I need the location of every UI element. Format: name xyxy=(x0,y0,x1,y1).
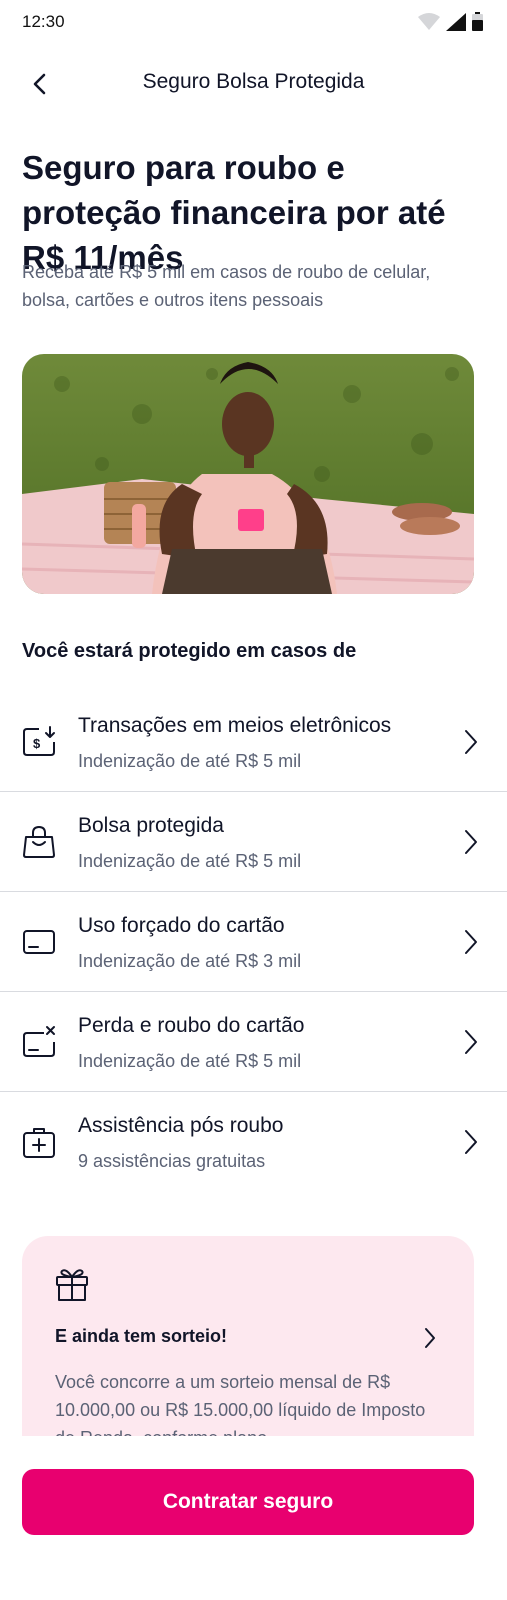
coverage-item-post-theft-assistance[interactable]: Assistência pós roubo 9 assistências gra… xyxy=(0,1092,507,1191)
card-lost-icon xyxy=(23,1026,55,1057)
signal-icon xyxy=(446,12,466,31)
status-time: 12:30 xyxy=(22,12,65,31)
bag-icon xyxy=(23,825,55,858)
hire-insurance-button[interactable]: Contratar seguro xyxy=(22,1469,474,1535)
coverage-item-title: Assistência pós roubo xyxy=(78,1114,284,1137)
page-title: Seguro Bolsa Protegida xyxy=(142,70,365,93)
chevron-right-icon xyxy=(465,1030,477,1054)
chevron-right-icon[interactable] xyxy=(422,1326,438,1350)
coverage-item-title: Bolsa protegida xyxy=(78,814,224,837)
coverage-item-subtitle: Indenização de até R$ 5 mil xyxy=(78,851,302,871)
coverage-item-subtitle: Indenização de até R$ 5 mil xyxy=(78,751,302,771)
chevron-right-icon xyxy=(465,830,477,854)
hero-subtitle: Receba até R$ 5 mil em casos de roubo de… xyxy=(22,262,431,310)
electronic-transaction-icon: $ xyxy=(23,726,55,756)
raffle-description: Você concorre a um sorteio mensal de R$ … xyxy=(55,1372,426,1436)
battery-icon xyxy=(472,12,483,31)
coverage-item-title: Perda e roubo do cartão xyxy=(78,1014,305,1037)
coverage-section-title: Você estará protegido em casos de xyxy=(22,640,357,662)
coverage-item-title: Transações em meios eletrônicos xyxy=(78,714,392,737)
chevron-right-icon xyxy=(465,1130,477,1154)
raffle-title: E ainda tem sorteio! xyxy=(55,1326,228,1346)
hero-image xyxy=(22,354,474,594)
wifi-icon xyxy=(418,12,440,30)
svg-text:$: $ xyxy=(33,736,41,751)
coverage-item-subtitle: Indenização de até R$ 3 mil xyxy=(78,951,302,971)
coverage-item-bag[interactable]: Bolsa protegida Indenização de até R$ 5 … xyxy=(0,792,507,892)
top-bar: Seguro Bolsa Protegida xyxy=(0,54,507,110)
coverage-item-electronic-transactions[interactable]: $ Transações em meios eletrônicos Indeni… xyxy=(0,692,507,792)
status-bar: 12:30 xyxy=(0,0,507,44)
coverage-item-card-loss-theft[interactable]: Perda e roubo do cartão Indenização de a… xyxy=(0,992,507,1092)
coverage-item-subtitle: Indenização de até R$ 5 mil xyxy=(78,1051,302,1071)
status-icons xyxy=(418,12,483,31)
gift-icon xyxy=(56,1269,88,1301)
chevron-right-icon xyxy=(465,730,477,754)
coverage-list: $ Transações em meios eletrônicos Indeni… xyxy=(0,692,507,1191)
coverage-item-title: Uso forçado do cartão xyxy=(78,914,285,937)
coverage-item-forced-card-use[interactable]: Uso forçado do cartão Indenização de até… xyxy=(0,892,507,992)
coverage-item-subtitle: 9 assistências gratuitas xyxy=(78,1151,266,1171)
bottom-action-bar: Contratar seguro xyxy=(0,1436,507,1600)
medical-kit-icon xyxy=(23,1128,55,1158)
chevron-right-icon xyxy=(465,930,477,954)
raffle-card[interactable]: E ainda tem sorteio! Você concorre a um … xyxy=(22,1236,474,1436)
card-icon xyxy=(23,930,55,954)
